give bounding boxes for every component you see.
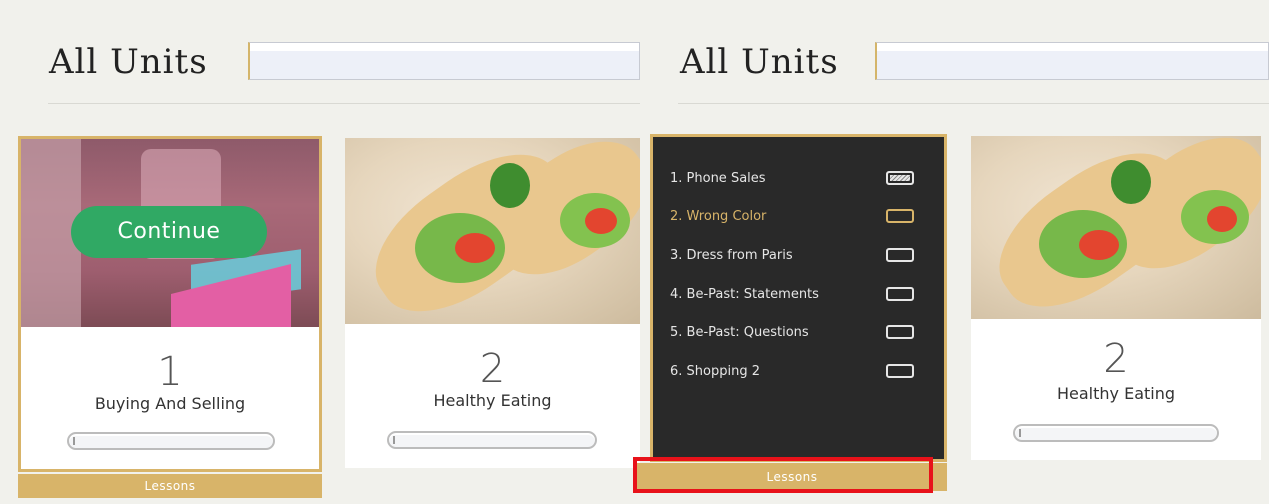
progress-fill — [1019, 429, 1021, 437]
tomato-shape — [1207, 206, 1237, 232]
title-divider — [48, 103, 640, 104]
unit-number: 2 — [479, 346, 506, 392]
lessons-tab[interactable]: Lessons — [18, 474, 322, 498]
lesson-label: 5. Be-Past: Questions — [670, 325, 809, 340]
unit-name: Healthy Eating — [433, 391, 552, 410]
lesson-item[interactable]: 2. Wrong Color — [670, 205, 914, 229]
tomato-shape — [585, 208, 617, 234]
search-input[interactable] — [248, 42, 640, 80]
lesson-item[interactable]: 4. Be-Past: Statements — [670, 283, 914, 307]
lesson-complete-icon — [886, 171, 914, 185]
page-title: All Units — [49, 42, 208, 82]
lesson-item[interactable]: 5. Be-Past: Questions — [670, 321, 914, 345]
progress-fill — [393, 436, 395, 444]
unit-image: Continue — [21, 139, 319, 327]
tomato-shape — [455, 233, 495, 263]
lesson-item[interactable]: 6. Shopping 2 — [670, 360, 914, 384]
lesson-status-icon — [886, 209, 914, 223]
unit-number: 1 — [157, 349, 183, 395]
highlight-box — [633, 457, 933, 493]
lesson-status-icon — [886, 364, 914, 378]
lesson-item[interactable]: 1. Phone Sales — [670, 167, 914, 191]
lesson-label: 2. Wrong Color — [670, 209, 767, 224]
continue-button[interactable]: Continue — [71, 206, 267, 258]
progress-fill — [73, 437, 75, 445]
search-input[interactable] — [875, 42, 1269, 80]
unit-card-2[interactable]: 2 Healthy Eating — [345, 138, 640, 468]
unit-number: 2 — [1103, 336, 1129, 382]
unit-image — [971, 136, 1261, 319]
progress-bar — [67, 432, 275, 450]
lesson-status-icon — [886, 325, 914, 339]
parsley-shape — [1111, 160, 1151, 204]
unit-image — [345, 138, 640, 324]
lesson-label: 6. Shopping 2 — [670, 364, 760, 379]
lesson-status-icon — [886, 248, 914, 262]
lessons-overlay: 1. Phone Sales 2. Wrong Color 3. Dress f… — [653, 137, 944, 459]
right-panel: All Units 1. Phone Sales 2. Wrong Color … — [637, 0, 1269, 504]
lesson-status-icon — [886, 287, 914, 301]
left-panel: All Units Continue 1 Buying And Selling … — [0, 0, 640, 504]
lesson-label: 1. Phone Sales — [670, 171, 766, 186]
parsley-shape — [490, 163, 530, 208]
unit-card-1[interactable]: 1. Phone Sales 2. Wrong Color 3. Dress f… — [650, 134, 947, 462]
unit-name: Healthy Eating — [1056, 384, 1176, 403]
unit-card-1[interactable]: Continue 1 Buying And Selling — [18, 136, 322, 472]
progress-bar — [387, 431, 597, 449]
tomato-shape — [1079, 230, 1119, 260]
progress-bar — [1013, 424, 1219, 442]
lesson-label: 4. Be-Past: Statements — [670, 287, 819, 302]
unit-card-2[interactable]: 2 Healthy Eating — [971, 136, 1261, 460]
unit-name: Buying And Selling — [94, 394, 246, 413]
lesson-label: 3. Dress from Paris — [670, 248, 793, 263]
lesson-item[interactable]: 3. Dress from Paris — [670, 244, 914, 268]
page-title: All Units — [680, 42, 839, 82]
title-divider — [678, 103, 1269, 104]
